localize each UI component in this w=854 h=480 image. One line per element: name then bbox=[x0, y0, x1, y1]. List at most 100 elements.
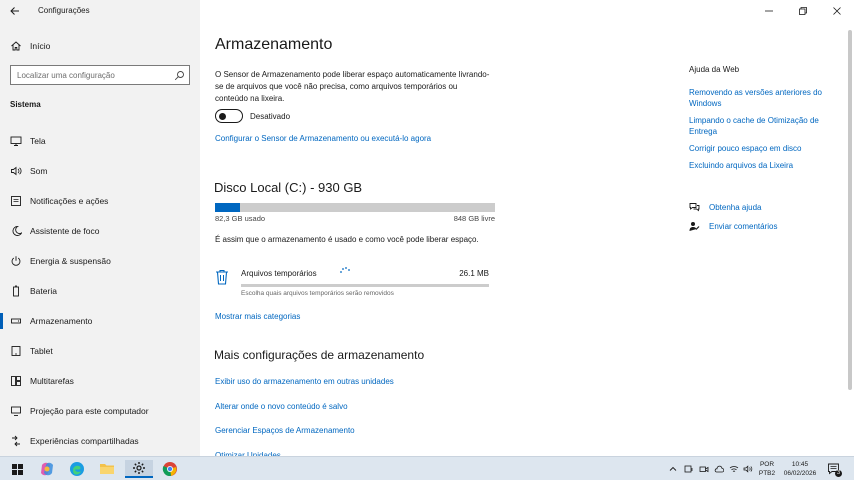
restore-icon bbox=[799, 7, 807, 15]
usage-description: É assim que o armazenamento é usado e co… bbox=[215, 235, 479, 244]
sidebar-item-label: Início bbox=[30, 41, 51, 51]
help-link[interactable]: Limpando o cache de Otimização de Entreg… bbox=[689, 115, 839, 137]
search-icon[interactable] bbox=[174, 70, 185, 81]
sidebar-item-som[interactable]: Som bbox=[0, 161, 200, 191]
temp-files-row[interactable]: Arquivos temporários 26.1 MB Escolha qua… bbox=[215, 266, 495, 300]
sidebar-item-assistente-foco[interactable]: Assistente de foco bbox=[0, 221, 200, 251]
sidebar-item-armazenamento[interactable]: Armazenamento bbox=[0, 311, 200, 341]
scrollbar[interactable] bbox=[848, 30, 852, 390]
main-content: Armazenamento O Sensor de Armazenamento … bbox=[200, 0, 854, 460]
volume-icon[interactable] bbox=[743, 464, 753, 474]
help-link[interactable]: Removendo as versões anteriores do Windo… bbox=[689, 87, 839, 109]
action-center-button[interactable]: 3 bbox=[827, 462, 842, 477]
taskbar-file-explorer[interactable] bbox=[98, 460, 116, 478]
send-feedback-link[interactable]: Enviar comentários bbox=[709, 222, 777, 231]
start-button[interactable] bbox=[8, 460, 26, 478]
get-help-link[interactable]: Obtenha ajuda bbox=[709, 203, 762, 212]
sidebar-item-projecao[interactable]: Projeção para este computador bbox=[0, 401, 200, 431]
sidebar-item-label: Tablet bbox=[30, 346, 53, 356]
cloud-icon[interactable] bbox=[714, 464, 724, 474]
sidebar-item-label: Projeção para este computador bbox=[30, 406, 149, 416]
minimize-button[interactable] bbox=[752, 0, 786, 22]
storage-icon bbox=[11, 318, 21, 324]
meet-now-icon[interactable] bbox=[699, 464, 709, 474]
sidebar-item-multitarefas[interactable]: Multitarefas bbox=[0, 371, 200, 401]
sidebar-item-label: Multitarefas bbox=[30, 376, 74, 386]
help-link[interactable]: Corrigir pouco espaço em disco bbox=[689, 143, 839, 154]
feedback-person-icon bbox=[689, 222, 700, 231]
taskbar-chrome[interactable] bbox=[161, 460, 179, 478]
chrome-icon bbox=[162, 462, 177, 476]
close-button[interactable] bbox=[820, 0, 854, 22]
toggle-knob bbox=[219, 112, 226, 120]
battery-icon bbox=[13, 285, 19, 297]
storage-sense-description: O Sensor de Armazenamento pode liberar e… bbox=[215, 70, 490, 103]
taskbar-settings[interactable] bbox=[125, 460, 153, 478]
taskbar-copilot[interactable] bbox=[38, 460, 56, 478]
disk-usage-bar bbox=[215, 203, 495, 212]
edge-icon bbox=[70, 462, 84, 476]
sidebar: Configurações Início Sistema Tela Som No… bbox=[0, 0, 200, 456]
sidebar-item-bateria[interactable]: Bateria bbox=[0, 281, 200, 311]
sidebar-item-label: Energia & suspensão bbox=[30, 256, 111, 266]
temp-files-name: Arquivos temporários bbox=[241, 269, 317, 278]
clock-time: 10:45 bbox=[791, 461, 809, 468]
taskbar-clock[interactable]: 10:45 06/02/2026 bbox=[782, 460, 818, 478]
trash-icon bbox=[216, 269, 228, 285]
wifi-icon[interactable] bbox=[729, 464, 739, 474]
tray-device-icon[interactable] bbox=[684, 464, 694, 474]
configure-storage-sense-link[interactable]: Configurar o Sensor de Armazenamento ou … bbox=[215, 134, 431, 143]
sidebar-item-tablet[interactable]: Tablet bbox=[0, 341, 200, 371]
notification-icon bbox=[11, 196, 21, 206]
share-icon bbox=[12, 435, 20, 447]
page-title: Armazenamento bbox=[215, 36, 333, 53]
sidebar-item-tela[interactable]: Tela bbox=[0, 131, 200, 161]
sidebar-item-label: Armazenamento bbox=[30, 316, 93, 326]
manage-storage-spaces-link[interactable]: Gerenciar Espaços de Armazenamento bbox=[215, 426, 394, 451]
sidebar-item-label: Assistente de foco bbox=[30, 226, 100, 236]
section-label: Sistema bbox=[10, 100, 41, 109]
input-language[interactable]: POR PTB2 bbox=[758, 460, 776, 478]
temp-files-size: 26.1 MB bbox=[459, 269, 489, 278]
clock-date: 06/02/2026 bbox=[783, 470, 817, 477]
help-title: Ajuda da Web bbox=[689, 65, 740, 74]
chevron-up-icon[interactable] bbox=[668, 464, 678, 474]
back-arrow-icon bbox=[10, 7, 19, 15]
help-link[interactable]: Excluindo arquivos da Lixeira bbox=[689, 160, 839, 171]
change-save-location-link[interactable]: Alterar onde o novo conteúdo é salvo bbox=[215, 402, 394, 427]
back-button[interactable] bbox=[8, 4, 22, 18]
folder-icon bbox=[100, 464, 114, 474]
app-title: Configurações bbox=[38, 6, 90, 15]
sidebar-item-label: Tela bbox=[30, 136, 46, 146]
show-more-categories-link[interactable]: Mostrar mais categorias bbox=[215, 312, 300, 321]
sidebar-item-energia[interactable]: Energia & suspensão bbox=[0, 251, 200, 281]
monitor-icon bbox=[10, 136, 22, 146]
temp-files-bar bbox=[241, 284, 489, 287]
view-other-drives-link[interactable]: Exibir uso do armazenamento em outras un… bbox=[215, 377, 394, 402]
sidebar-item-label: Bateria bbox=[30, 286, 57, 296]
taskbar-edge[interactable] bbox=[68, 460, 86, 478]
sidebar-item-label: Experiências compartilhadas bbox=[30, 436, 139, 446]
search-box[interactable] bbox=[10, 65, 190, 85]
search-input[interactable] bbox=[11, 66, 161, 84]
notification-count-badge: 3 bbox=[835, 470, 842, 477]
sidebar-item-notificacoes[interactable]: Notificações e ações bbox=[0, 191, 200, 221]
sidebar-item-label: Notificações e ações bbox=[30, 196, 109, 206]
maximize-button[interactable] bbox=[786, 0, 820, 22]
disk-usage-fill bbox=[215, 203, 240, 212]
sidebar-item-home[interactable]: Início bbox=[0, 36, 200, 56]
power-icon bbox=[11, 256, 21, 266]
close-icon bbox=[833, 7, 841, 15]
storage-sense-toggle[interactable] bbox=[215, 109, 243, 123]
settings-gear-icon bbox=[133, 462, 145, 474]
more-settings-title: Mais configurações de armazenamento bbox=[214, 348, 425, 362]
window-controls bbox=[752, 0, 854, 22]
sidebar-item-label: Som bbox=[30, 166, 48, 176]
feedback-action[interactable]: Enviar comentários bbox=[689, 221, 829, 240]
disk-free-label: 848 GB livre bbox=[453, 214, 495, 223]
tablet-icon bbox=[11, 346, 21, 356]
minimize-icon bbox=[765, 10, 773, 12]
moon-icon bbox=[12, 226, 22, 236]
speaker-icon bbox=[11, 166, 22, 176]
get-help-action[interactable]: Obtenha ajuda bbox=[689, 202, 829, 221]
